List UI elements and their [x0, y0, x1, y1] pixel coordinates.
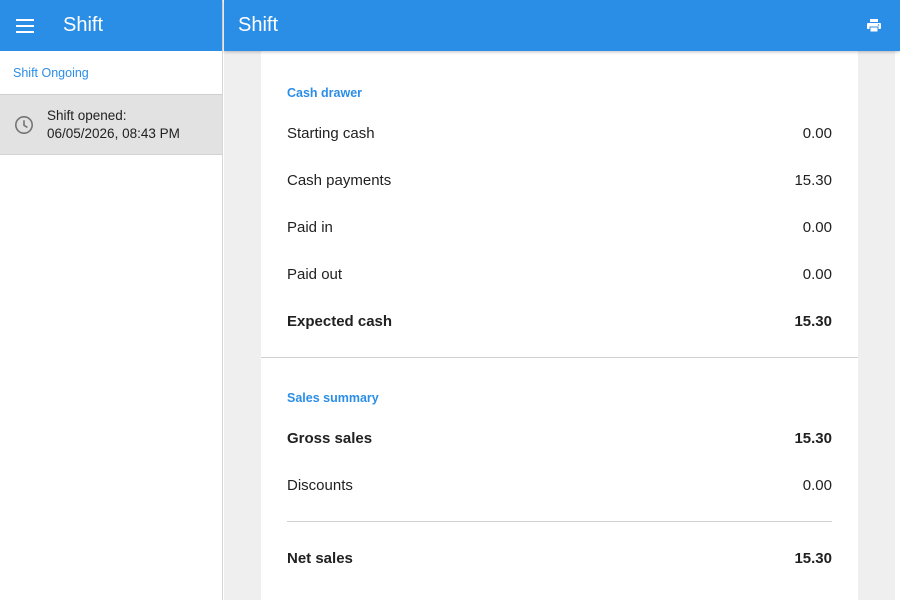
main-panel: Shift Cash drawer Starting cash 0.00 Cas… — [224, 0, 900, 600]
row-value: 15.30 — [794, 172, 832, 189]
row-label: Discounts — [287, 477, 353, 494]
row-starting-cash: Starting cash 0.00 — [287, 110, 832, 157]
row-expected-cash: Expected cash 15.30 — [287, 298, 832, 345]
row-gross-sales: Gross sales 15.30 — [287, 415, 832, 462]
row-value: 15.30 — [794, 550, 832, 567]
menu-icon[interactable] — [0, 0, 50, 51]
shift-item-text: Shift opened: 06/05/2026, 08:43 PM — [47, 107, 180, 143]
shift-list-item[interactable]: Shift opened: 06/05/2026, 08:43 PM — [0, 95, 222, 155]
row-label: Cash payments — [287, 172, 392, 189]
net-sales-section: Net sales 15.30 — [261, 522, 858, 582]
shift-report-card: Cash drawer Starting cash 0.00 Cash paym… — [261, 51, 858, 600]
scrollbar[interactable] — [895, 51, 900, 600]
row-net-sales: Net sales 15.30 — [287, 535, 832, 582]
sales-summary-section: Sales summary Gross sales 15.30 Discount… — [261, 358, 858, 521]
shift-opened-label: Shift opened: — [47, 107, 127, 123]
row-label: Paid out — [287, 266, 343, 283]
sidebar: Shift Shift Ongoing Shift opened: 06/05/… — [0, 0, 223, 600]
row-value: 0.00 — [802, 125, 832, 142]
row-value: 15.30 — [794, 430, 832, 447]
sidebar-header: Shift — [0, 0, 222, 51]
row-label: Expected cash — [287, 313, 393, 330]
page-title: Shift — [238, 14, 279, 36]
cash-drawer-section: Cash drawer Starting cash 0.00 Cash paym… — [261, 51, 858, 357]
row-paid-in: Paid in 0.00 — [287, 204, 832, 251]
row-cash-payments: Cash payments 15.30 — [287, 157, 832, 204]
row-label: Net sales — [287, 550, 353, 567]
section-label-shift-ongoing: Shift Ongoing — [0, 51, 222, 95]
row-value: 15.30 — [794, 313, 832, 330]
app-bar: Shift — [224, 0, 900, 51]
sales-summary-heading: Sales summary — [287, 391, 379, 405]
print-icon[interactable] — [862, 14, 886, 38]
row-discounts: Discounts 0.00 — [287, 462, 832, 509]
row-label: Paid in — [287, 219, 333, 236]
row-value: 0.00 — [802, 219, 832, 236]
cash-drawer-heading: Cash drawer — [287, 86, 363, 100]
sidebar-title: Shift — [63, 14, 104, 36]
shift-opened-datetime: 06/05/2026, 08:43 PM — [47, 125, 180, 141]
row-value: 0.00 — [802, 477, 832, 494]
row-value: 0.00 — [802, 266, 832, 283]
clock-icon — [0, 115, 47, 135]
row-paid-out: Paid out 0.00 — [287, 251, 832, 298]
row-label: Gross sales — [287, 430, 373, 447]
row-label: Starting cash — [287, 125, 375, 142]
